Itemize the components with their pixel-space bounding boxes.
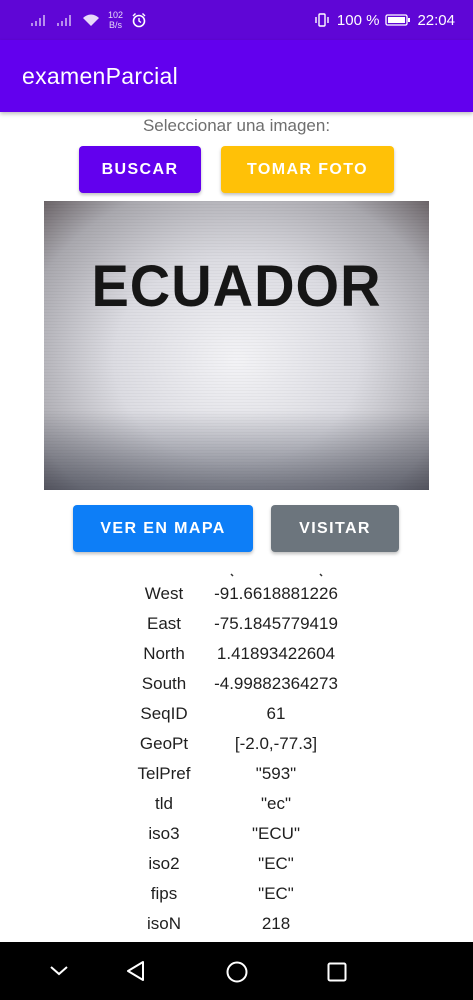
status-time: 22:04	[417, 11, 455, 29]
recents-square-icon[interactable]	[326, 961, 348, 983]
detail-value: -4.99882364273	[214, 674, 338, 693]
take-photo-button[interactable]: TOMAR FOTO	[221, 146, 394, 193]
home-circle-icon[interactable]	[225, 960, 249, 984]
chevron-down-icon[interactable]	[48, 964, 70, 978]
app-title: examenParcial	[22, 62, 179, 89]
detail-row: iso2 "EC"	[0, 854, 473, 884]
detail-value: -91.6618881226	[214, 584, 338, 603]
detail-value: "593"	[255, 764, 297, 783]
image-text: ECUADOR	[91, 252, 382, 319]
back-triangle-icon[interactable]	[124, 960, 148, 982]
detail-value: "EC"	[258, 884, 294, 903]
network-speed-unit: B/s	[109, 20, 123, 30]
detail-value: "ec"	[260, 794, 292, 813]
wifi-icon	[83, 14, 99, 26]
search-button[interactable]: BUSCAR	[79, 146, 201, 193]
detail-row: SeqID 61	[0, 704, 473, 734]
network-speed-value: 102	[108, 10, 124, 20]
view-on-map-button[interactable]: VER EN MAPA	[73, 505, 253, 552]
battery-percent: 100 %	[336, 11, 380, 29]
detail-row: North 1.41893422604	[0, 644, 473, 674]
detail-row: GeoPt [-2.0,-77.3]	[0, 734, 473, 764]
detail-row: tld "ec"	[0, 794, 473, 824]
detail-value: -75.1845779419	[214, 614, 338, 633]
battery-icon	[385, 14, 411, 26]
select-image-prompt: Seleccionar una imagen:	[142, 116, 331, 135]
detail-value: [-2.0,-77.3]	[234, 734, 318, 753]
app-bar: examenParcial	[0, 40, 473, 112]
alarm-icon	[132, 13, 146, 28]
detail-value: 218	[261, 914, 291, 933]
selected-image: ECUADOR	[44, 201, 429, 490]
detail-value: 1.41893422604	[216, 644, 336, 663]
country-details-list[interactable]: West -91.6618881226 East -75.1845779419 …	[0, 572, 473, 942]
clipped-row-remnant	[230, 573, 323, 577]
visit-button[interactable]: VISITAR	[271, 505, 399, 552]
detail-row: TelPref "593"	[0, 764, 473, 794]
status-right: 100 % 22:04	[313, 12, 455, 29]
detail-row: isoN 218	[0, 914, 473, 942]
detail-value: "ECU"	[252, 824, 300, 843]
signal-icon	[57, 15, 71, 26]
detail-row: fips "EC"	[0, 884, 473, 914]
vibrate-icon	[315, 13, 329, 27]
detail-row: East -75.1845779419	[0, 614, 473, 644]
status-left: 102 B/s	[30, 10, 147, 30]
system-nav-bar	[0, 942, 473, 1000]
detail-row: South -4.99882364273	[0, 674, 473, 704]
network-speed: 102 B/s	[108, 10, 123, 30]
detail-value: 61	[266, 704, 286, 723]
detail-row: iso3 "ECU"	[0, 824, 473, 854]
detail-value: "EC"	[258, 854, 294, 873]
status-bar: 102 B/s 100 % 22:04	[0, 0, 473, 40]
detail-row: West -91.6618881226	[0, 584, 473, 614]
signal-icon	[31, 15, 45, 26]
